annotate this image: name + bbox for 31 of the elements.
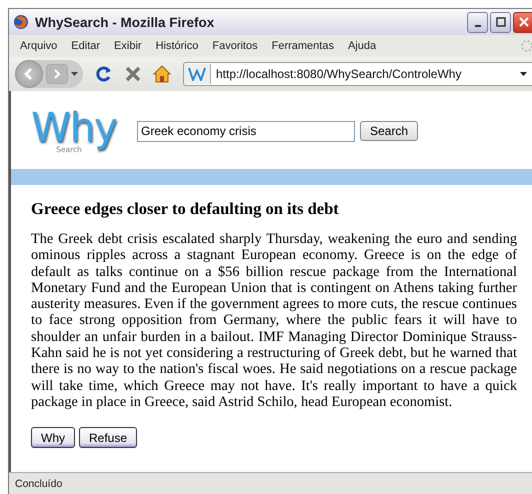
refuse-button[interactable]: Refuse xyxy=(79,427,138,448)
article-text: The Greek debt crisis escalated sharply Thursday, weakening the euro and sending ominous ripples across a stagnant European economy. Greece is on the edge of default as talks continue on a $56 billion rescue package from the International Monetary Fund and the European Union that is contingent on Athens taking further austerity measures. Even if the government agrees to more cuts, the rescue continues to face strong opposition from Germany, where the public fears it will have to shoulder an unfair burden in a bailout. IMF Managing Director Dominique Strauss-Kahn said he is not yet considering a restructuring of Greek debt, but he warned that there is no way to the nation's fiscal woes. He said negotiations on a rescue package will take time, which Greece may not have. It's really important to have a quick package in place in Greece, said Astrid Schilo, head European economist. xyxy=(31,231,517,410)
dropdown-icon[interactable] xyxy=(71,72,78,76)
close-icon xyxy=(518,17,528,27)
close-button[interactable] xyxy=(513,12,532,32)
minimize-button[interactable] xyxy=(467,12,488,32)
throbber-icon xyxy=(520,39,532,53)
window-title: WhySearch - Mozilla Firefox xyxy=(35,14,216,30)
menu-item[interactable]: Arquivo xyxy=(13,40,64,52)
menu-item[interactable]: Editar xyxy=(64,40,108,52)
search-button[interactable]: Search xyxy=(360,121,418,141)
why-button[interactable]: Why xyxy=(31,427,75,448)
home-icon[interactable] xyxy=(153,65,171,83)
reload-icon[interactable] xyxy=(95,65,113,83)
menu-item[interactable]: Histórico xyxy=(148,40,206,52)
caret-icon[interactable] xyxy=(520,72,527,76)
globe-icon xyxy=(13,14,29,30)
menu-item[interactable]: Favoritos xyxy=(205,40,265,52)
search-field[interactable]: Greek economy crisis xyxy=(137,120,355,142)
menu-item[interactable]: Exibir xyxy=(107,40,149,52)
minimize-icon xyxy=(474,24,480,26)
article-title: Greece edges closer to defaulting on its debt xyxy=(31,199,340,219)
stop-icon[interactable] xyxy=(125,66,141,82)
back-button[interactable] xyxy=(15,60,43,88)
menu-item[interactable]: Ferramentas xyxy=(264,40,341,52)
status-text: Concluído xyxy=(15,478,62,490)
address-bar[interactable]: http://localhost:8080/WhySearch/ControleWhy xyxy=(183,62,532,86)
maximize-icon xyxy=(496,17,506,27)
menu-item[interactable]: Ajuda xyxy=(340,40,384,52)
maximize-button[interactable] xyxy=(490,12,511,32)
site-icon xyxy=(184,64,211,84)
